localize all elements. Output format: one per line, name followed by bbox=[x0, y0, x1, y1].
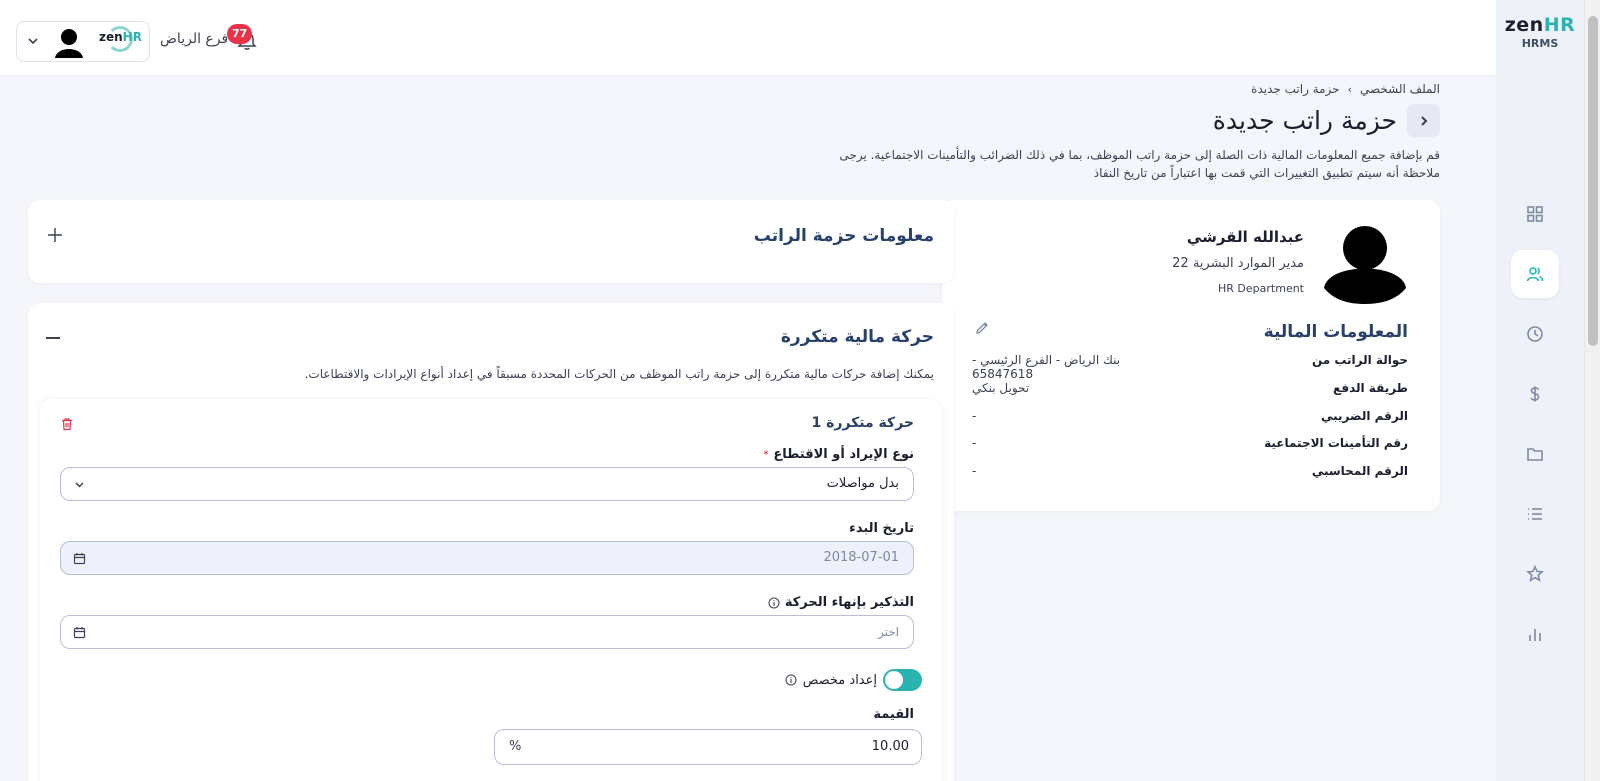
required-mark: * bbox=[763, 449, 769, 460]
notification-badge: 77 bbox=[227, 24, 253, 44]
back-button[interactable] bbox=[1407, 104, 1440, 137]
topbar: zenHR فرع الرياض 77 bbox=[0, 0, 1496, 75]
side-rail: zenHR HRMS bbox=[1496, 0, 1584, 781]
finance-value: - bbox=[972, 436, 977, 450]
recurring-item-card: حركة متكررة 1 نوع الإيراد أو الاقتطاع * … bbox=[40, 399, 942, 781]
start-date-input[interactable]: 2018-07-01 bbox=[60, 541, 914, 575]
finance-value: - bbox=[972, 409, 977, 423]
brand: zenHR HRMS bbox=[1496, 14, 1584, 50]
pencil-icon[interactable] bbox=[974, 320, 990, 336]
rail-item-employees[interactable] bbox=[1511, 250, 1559, 298]
breadcrumb: الملف الشخصي › حزمة راتب جديدة bbox=[1251, 82, 1440, 96]
company-logo: zenHR bbox=[99, 26, 142, 52]
bar-chart-icon bbox=[1529, 629, 1541, 641]
employee-avatar bbox=[1324, 226, 1406, 304]
scrollbar-thumb[interactable] bbox=[1588, 16, 1598, 346]
branch-name[interactable]: فرع الرياض bbox=[160, 31, 228, 47]
reminder-label: التذكير بإنهاء الحركة bbox=[768, 595, 914, 610]
amount-label: القيمة bbox=[873, 707, 914, 722]
users-icon bbox=[1526, 267, 1544, 282]
finance-row-social-security: رقم التأمينات الاجتماعية - bbox=[972, 436, 1408, 456]
dollar-icon bbox=[1530, 386, 1540, 402]
reminder-placeholder: اختر bbox=[878, 625, 899, 639]
salary-info-title: معلومات حزمة الراتب bbox=[753, 226, 934, 246]
vertical-scrollbar[interactable] bbox=[1584, 0, 1600, 781]
folder-icon bbox=[1527, 448, 1543, 461]
chevron-right-icon bbox=[1420, 115, 1427, 126]
finance-label: الرقم المحاسبي bbox=[1311, 464, 1408, 478]
clock-icon bbox=[1527, 326, 1543, 342]
amount-label-text: القيمة bbox=[873, 707, 914, 722]
info-icon[interactable] bbox=[785, 674, 797, 686]
custom-setting-label: إعداد مخصص bbox=[802, 672, 877, 688]
breadcrumb-separator: › bbox=[1347, 82, 1352, 96]
rail-item-documents[interactable] bbox=[1511, 430, 1559, 478]
rail-item-attendance[interactable] bbox=[1511, 310, 1559, 358]
finance-label: رقم التأمينات الاجتماعية bbox=[1264, 436, 1408, 450]
account-switcher[interactable]: zenHR bbox=[16, 21, 150, 62]
recurring-item-title: حركة متكررة 1 bbox=[811, 415, 915, 431]
start-date-label-text: تاريخ البدء bbox=[849, 521, 914, 536]
breadcrumb-current: حزمة راتب جديدة bbox=[1251, 82, 1340, 96]
employee-card: المعلومات المالية حوالة الراتب من بنك ال… bbox=[942, 200, 1440, 511]
finance-label: حوالة الراتب من bbox=[1311, 353, 1408, 367]
minus-icon[interactable] bbox=[46, 337, 60, 339]
reminder-label-text: التذكير بإنهاء الحركة bbox=[784, 595, 914, 610]
calendar-icon bbox=[73, 627, 86, 639]
employee-name: عبدالله القرشي bbox=[1186, 228, 1304, 246]
rail-item-lists[interactable] bbox=[1511, 490, 1559, 538]
recurring-title: حركة مالية متكررة bbox=[780, 327, 934, 347]
custom-setting-toggle[interactable] bbox=[883, 669, 922, 691]
grid-icon bbox=[1527, 206, 1543, 222]
brand-logo: zenHR bbox=[1504, 14, 1576, 36]
type-label-text: نوع الإيراد أو الاقتطاع bbox=[773, 447, 914, 462]
type-select-value: بدل مواصلات bbox=[826, 476, 899, 491]
finance-label: طريقة الدفع bbox=[1333, 381, 1408, 395]
finance-value: تحويل بنكي bbox=[972, 381, 1030, 395]
type-field-label: نوع الإيراد أو الاقتطاع * bbox=[764, 447, 914, 462]
rail-item-performance[interactable] bbox=[1511, 550, 1559, 598]
financial-info-title: المعلومات المالية bbox=[1263, 322, 1408, 342]
page-title: حزمة راتب جديدة bbox=[1212, 106, 1397, 135]
rail-item-payroll[interactable] bbox=[1511, 370, 1559, 418]
start-date-label: تاريخ البدء bbox=[849, 521, 914, 536]
finance-row-accounting-number: الرقم المحاسبي - bbox=[972, 464, 1408, 484]
page-header: حزمة راتب جديدة bbox=[1213, 104, 1440, 137]
chevron-down-icon bbox=[75, 482, 84, 488]
recurring-description: يمكنك إضافة حركات مالية متكررة إلى حزمة … bbox=[304, 367, 934, 381]
finance-row-payment-method: طريقة الدفع تحويل بنكي bbox=[972, 381, 1408, 401]
employee-department: HR Department bbox=[1218, 282, 1304, 295]
finance-label: الرقم الضريبي bbox=[1321, 409, 1408, 423]
type-select[interactable]: بدل مواصلات bbox=[60, 467, 914, 501]
rail-item-dashboard[interactable] bbox=[1511, 190, 1559, 238]
finance-row-salary-source: حوالة الراتب من بنك الرياض - الفرع الرئي… bbox=[972, 353, 1408, 381]
start-date-value: 2018-07-01 bbox=[823, 550, 899, 565]
star-icon bbox=[1526, 565, 1544, 582]
breadcrumb-profile[interactable]: الملف الشخصي bbox=[1360, 82, 1440, 96]
amount-unit: % bbox=[509, 739, 522, 754]
salary-info-card[interactable]: معلومات حزمة الراتب bbox=[28, 200, 954, 283]
rail-item-reports[interactable] bbox=[1511, 610, 1559, 658]
chevron-down-icon bbox=[28, 38, 38, 45]
plus-icon[interactable] bbox=[46, 226, 64, 244]
finance-value: - bbox=[972, 464, 977, 478]
recurring-card: حركة مالية متكررة يمكنك إضافة حركات مالي… bbox=[28, 303, 954, 781]
amount-input[interactable]: 10.00 % bbox=[494, 729, 922, 765]
calendar-icon bbox=[73, 553, 86, 565]
list-icon bbox=[1528, 508, 1542, 520]
custom-setting-row: إعداد مخصص bbox=[785, 669, 922, 691]
finance-row-tax-number: الرقم الضريبي - bbox=[972, 409, 1408, 429]
brand-sub: HRMS bbox=[1521, 37, 1559, 50]
amount-value: 10.00 bbox=[871, 739, 909, 754]
employee-job-title: مدير الموارد البشرية 22 bbox=[1172, 256, 1304, 271]
page-description: قم بإضافة جميع المعلومات المالية ذات الص… bbox=[839, 148, 1440, 180]
finance-value: بنك الرياض - الفرع الرئيسي - 65847618 bbox=[972, 353, 1121, 381]
info-icon[interactable] bbox=[768, 597, 780, 609]
trash-icon[interactable] bbox=[60, 417, 74, 431]
toggle-knob bbox=[885, 671, 903, 689]
user-avatar bbox=[52, 25, 86, 59]
reminder-input[interactable]: اختر bbox=[60, 615, 914, 649]
